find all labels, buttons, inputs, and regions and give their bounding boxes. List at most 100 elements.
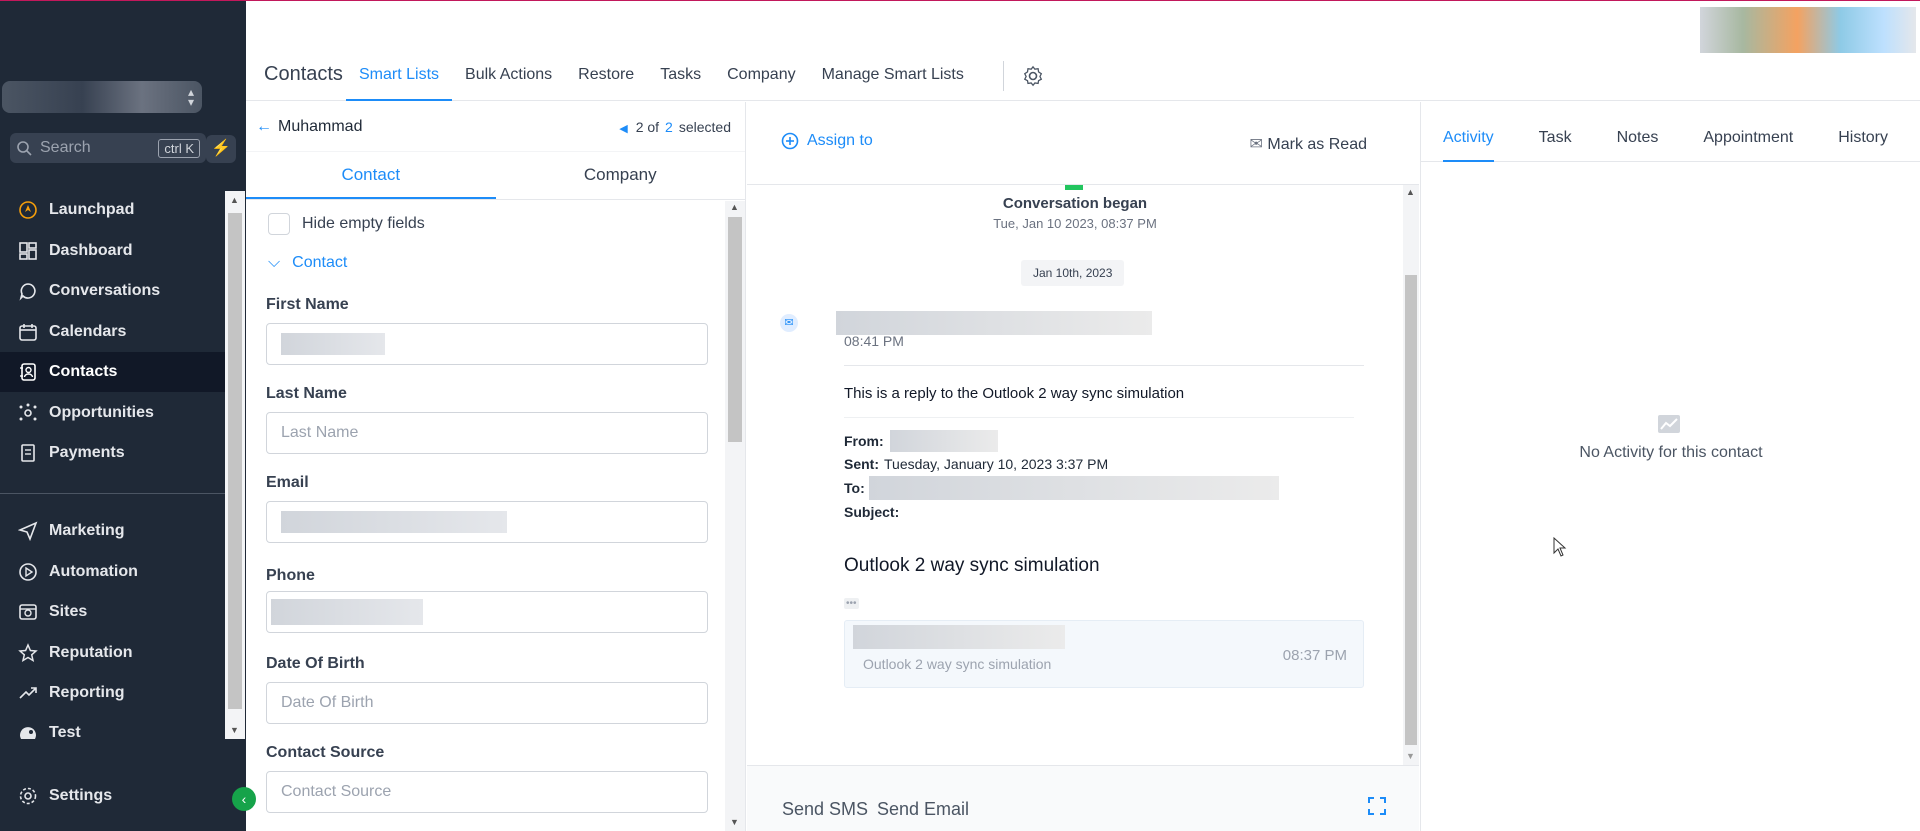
contact-header: ← Muhammad ◀ 2 of 2 selected bbox=[246, 102, 745, 152]
chevron-left-icon: ‹ bbox=[241, 791, 247, 807]
launchpad-icon bbox=[19, 201, 37, 219]
tab-tasks[interactable]: Tasks bbox=[647, 56, 714, 101]
expand-icon[interactable] bbox=[1368, 797, 1386, 815]
sidebar-item-test[interactable]: Test bbox=[0, 713, 225, 753]
tab-appointment[interactable]: Appointment bbox=[1703, 129, 1793, 162]
sidebar-item-reputation[interactable]: Reputation bbox=[0, 633, 225, 673]
tab-manage-smart-lists[interactable]: Manage Smart Lists bbox=[809, 56, 977, 101]
sidebar-item-dashboard[interactable]: Dashboard bbox=[0, 231, 225, 271]
scroll-up-icon[interactable]: ▲ bbox=[1406, 187, 1415, 197]
tab-history[interactable]: History bbox=[1838, 129, 1888, 162]
scrollbar-thumb[interactable] bbox=[728, 217, 742, 442]
contact-source-field[interactable]: Contact Source bbox=[266, 771, 708, 813]
sidebar-item-sites[interactable]: Sites bbox=[0, 592, 225, 632]
activity-panel: Activity Task Notes Appointment History … bbox=[1420, 102, 1920, 831]
from-label: From: bbox=[844, 433, 884, 449]
scroll-up-icon[interactable]: ▲ bbox=[730, 202, 739, 212]
redacted-value bbox=[281, 511, 507, 533]
caret-left-icon[interactable]: ◀ bbox=[619, 123, 627, 135]
arrow-left-icon[interactable]: ← bbox=[256, 118, 272, 136]
email-icon: ✉ bbox=[780, 314, 798, 332]
globe-icon bbox=[19, 604, 37, 620]
to-label: To: bbox=[844, 480, 865, 496]
message-body: This is a reply to the Outlook 2 way syn… bbox=[844, 385, 1185, 402]
first-name-field[interactable] bbox=[266, 323, 708, 365]
payments-icon bbox=[21, 444, 35, 462]
top-bar: Contacts Smart Lists Bulk Actions Restor… bbox=[246, 1, 1920, 101]
tab-bulk-actions[interactable]: Bulk Actions bbox=[452, 56, 565, 101]
test-icon bbox=[20, 727, 36, 739]
page-title: Contacts bbox=[264, 63, 343, 85]
preview-time: 08:37 PM bbox=[1282, 647, 1347, 664]
send-email-tab[interactable]: Send Email bbox=[877, 799, 969, 820]
collapse-sidebar-button[interactable]: ‹ bbox=[232, 787, 256, 811]
section-contact-toggle[interactable]: ⌵ Contact bbox=[268, 254, 347, 272]
composer-bar: Send SMS Send Email bbox=[747, 765, 1419, 831]
tab-notes[interactable]: Notes bbox=[1617, 129, 1659, 162]
send-sms-tab[interactable]: Send SMS bbox=[782, 799, 868, 820]
record-pager: ◀ 2 of 2 selected bbox=[619, 119, 731, 135]
quoted-heading: Outlook 2 way sync simulation bbox=[844, 555, 1100, 576]
show-more-ellipsis[interactable]: ••• bbox=[844, 598, 859, 609]
search-placeholder: Search bbox=[40, 139, 91, 156]
automation-icon bbox=[19, 563, 37, 581]
scrollbar-thumb[interactable] bbox=[1405, 275, 1417, 745]
sidebar-item-calendars[interactable]: Calendars bbox=[0, 312, 225, 352]
calendar-icon bbox=[19, 324, 37, 341]
sidebar-item-conversations[interactable]: Conversations bbox=[0, 271, 225, 311]
sidebar-item-label: Reporting bbox=[49, 684, 125, 701]
scroll-down-icon[interactable]: ▼ bbox=[1406, 751, 1415, 761]
pager-total[interactable]: 2 bbox=[665, 119, 673, 135]
tab-task[interactable]: Task bbox=[1539, 129, 1572, 162]
mark-as-read-button[interactable]: ✉ Mark as Read bbox=[1250, 134, 1367, 154]
sidebar-item-label: Dashboard bbox=[49, 242, 133, 259]
from-line: From: bbox=[844, 430, 1279, 452]
account-switcher[interactable]: ▴ ▾ bbox=[2, 81, 202, 113]
search-input[interactable]: Search ctrl K bbox=[10, 133, 206, 163]
redacted-sender bbox=[836, 311, 1152, 335]
assign-to-label: Assign to bbox=[807, 132, 873, 149]
sidebar-item-contacts[interactable]: Contacts bbox=[0, 352, 225, 392]
tab-company[interactable]: Company bbox=[496, 152, 746, 199]
user-avatar[interactable] bbox=[1700, 7, 1916, 53]
sidebar-item-marketing[interactable]: Marketing bbox=[0, 511, 225, 551]
sidebar-item-settings[interactable]: Settings bbox=[0, 776, 225, 816]
sidebar-item-label: Conversations bbox=[49, 282, 161, 299]
email-field[interactable] bbox=[266, 501, 708, 543]
sidebar-item-opportunities[interactable]: Opportunities bbox=[0, 393, 225, 433]
sidebar-item-payments[interactable]: Payments bbox=[0, 433, 225, 473]
quoted-preview-card[interactable]: Outlook 2 way sync simulation 08:37 PM bbox=[844, 620, 1364, 688]
quick-action-button[interactable]: ⚡ bbox=[206, 135, 236, 163]
first-name-label: First Name bbox=[266, 296, 349, 313]
hide-empty-toggle[interactable]: Hide empty fields bbox=[268, 213, 425, 235]
last-name-field[interactable]: Last Name bbox=[266, 412, 708, 454]
hide-empty-checkbox[interactable] bbox=[268, 213, 290, 235]
sidebar: ▴ ▾ Search ctrl K ⚡ Launchpad Dashboard C… bbox=[0, 1, 246, 831]
scroll-up-icon[interactable]: ▲ bbox=[230, 195, 239, 205]
sidebar-item-reporting[interactable]: Reporting bbox=[0, 673, 225, 713]
dob-field[interactable]: Date Of Birth bbox=[266, 682, 708, 724]
message-time: 08:41 PM bbox=[844, 333, 904, 349]
tab-company[interactable]: Company bbox=[714, 56, 808, 101]
tab-restore[interactable]: Restore bbox=[565, 56, 647, 101]
sidebar-item-automation[interactable]: Automation bbox=[0, 552, 225, 592]
sidebar-item-label: Sites bbox=[49, 603, 88, 620]
gear-icon[interactable] bbox=[1022, 65, 1044, 87]
form-scrollbar[interactable]: ▲ ▼ bbox=[725, 201, 745, 831]
tab-smart-lists[interactable]: Smart Lists bbox=[346, 56, 453, 101]
scroll-down-icon[interactable]: ▼ bbox=[230, 725, 239, 735]
thread-scrollbar[interactable]: ▲ ▼ bbox=[1403, 185, 1419, 765]
gear-icon bbox=[19, 787, 37, 805]
plus-circle-icon bbox=[781, 132, 799, 150]
hide-empty-label: Hide empty fields bbox=[302, 215, 425, 232]
redacted-preview-title bbox=[853, 625, 1065, 649]
phone-field[interactable] bbox=[266, 591, 708, 633]
sidebar-scrollbar[interactable]: ▲ ▼ bbox=[225, 191, 245, 739]
tab-activity[interactable]: Activity bbox=[1443, 129, 1494, 162]
assign-to-button[interactable]: Assign to bbox=[781, 132, 873, 150]
sidebar-item-launchpad[interactable]: Launchpad bbox=[0, 190, 225, 230]
scrollbar-thumb[interactable] bbox=[228, 213, 242, 709]
scroll-down-icon[interactable]: ▼ bbox=[730, 817, 739, 827]
conversation-began-time: Tue, Jan 10 2023, 08:37 PM bbox=[993, 216, 1157, 231]
tab-contact[interactable]: Contact bbox=[246, 152, 496, 199]
